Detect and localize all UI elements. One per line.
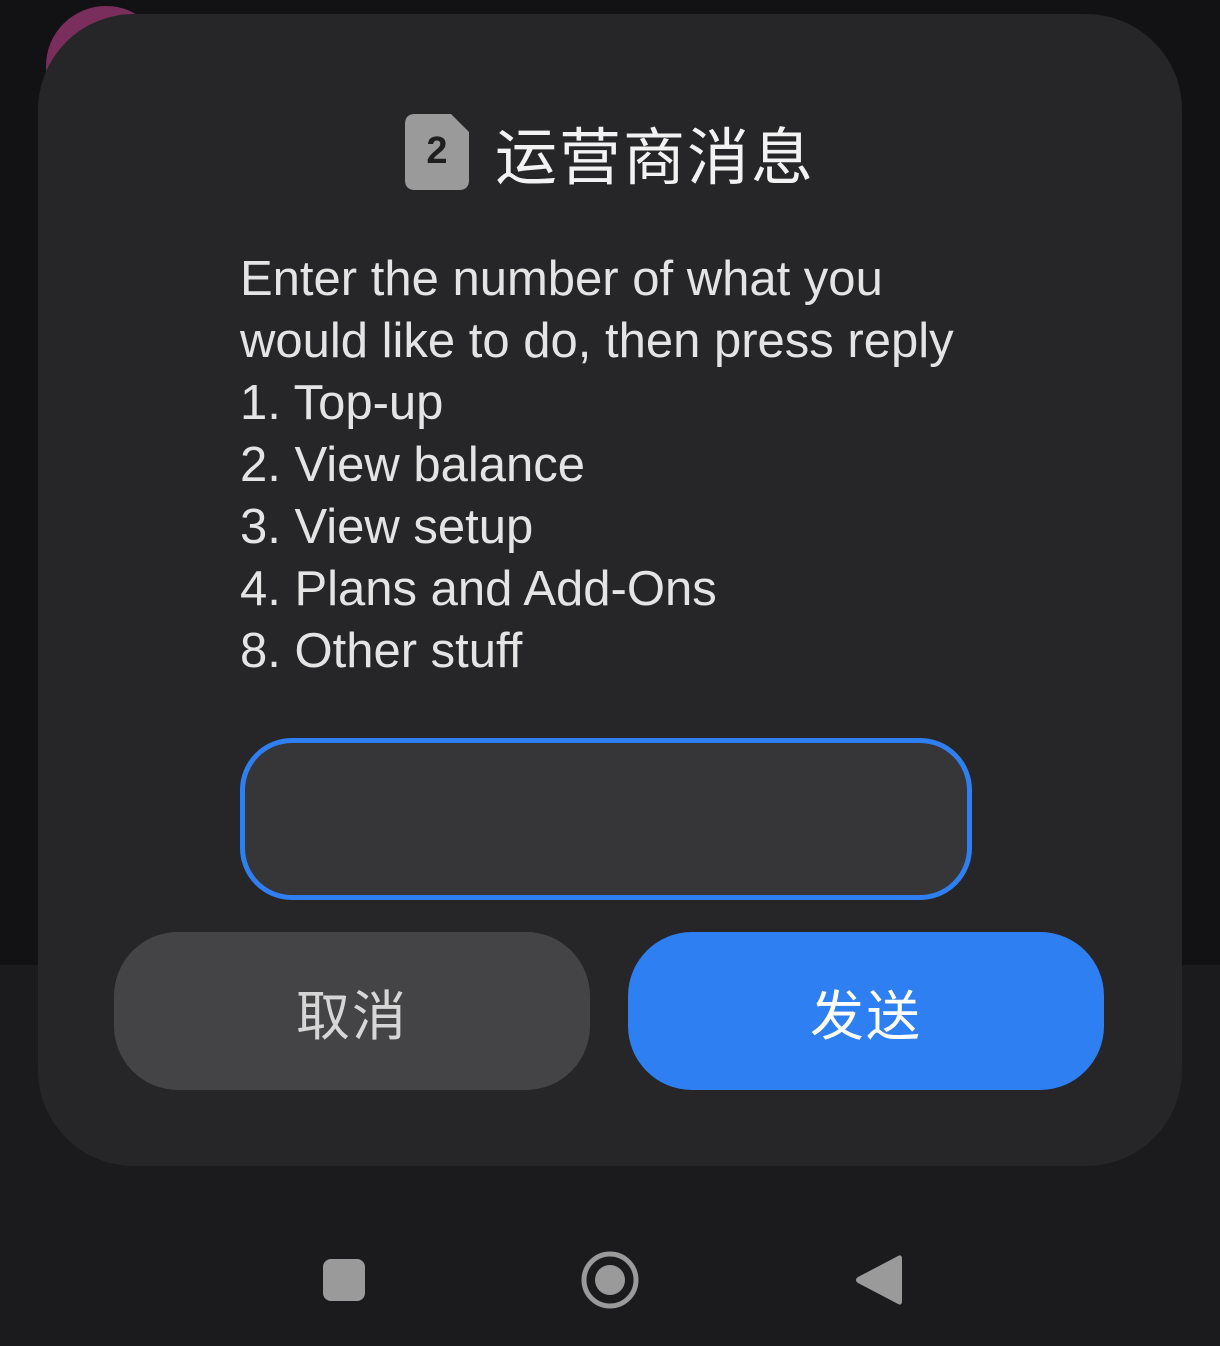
- sim-card-icon: 2: [404, 114, 469, 190]
- message-line: would like to do, then press reply: [240, 314, 954, 368]
- reply-input[interactable]: [240, 738, 972, 900]
- dialog-header: 2 运营商消息: [38, 110, 1182, 194]
- navigation-bar: [0, 1200, 1220, 1346]
- screen: 2 运营商消息 Enter the number of what you wou…: [0, 0, 1220, 1346]
- dialog-title: 运营商消息: [494, 121, 815, 194]
- home-icon[interactable]: [574, 1244, 646, 1316]
- send-button[interactable]: 发送: [628, 932, 1104, 1090]
- back-icon[interactable]: [842, 1244, 914, 1316]
- menu-option-other: 8. Other stuff: [240, 624, 523, 678]
- menu-option-view-setup: 3. View setup: [240, 500, 534, 554]
- menu-option-topup: 1. Top-up: [240, 376, 444, 430]
- menu-option-plans: 4. Plans and Add-Ons: [240, 562, 717, 616]
- cancel-button[interactable]: 取消: [114, 932, 590, 1090]
- message-line: Enter the number of what you: [240, 252, 883, 306]
- menu-option-view-balance: 2. View balance: [240, 438, 586, 492]
- carrier-message-dialog: 2 运营商消息 Enter the number of what you wou…: [38, 14, 1182, 1166]
- dialog-message: Enter the number of what you would like …: [240, 248, 1060, 682]
- recents-icon[interactable]: [308, 1244, 380, 1316]
- sim-slot-number: 2: [426, 129, 448, 172]
